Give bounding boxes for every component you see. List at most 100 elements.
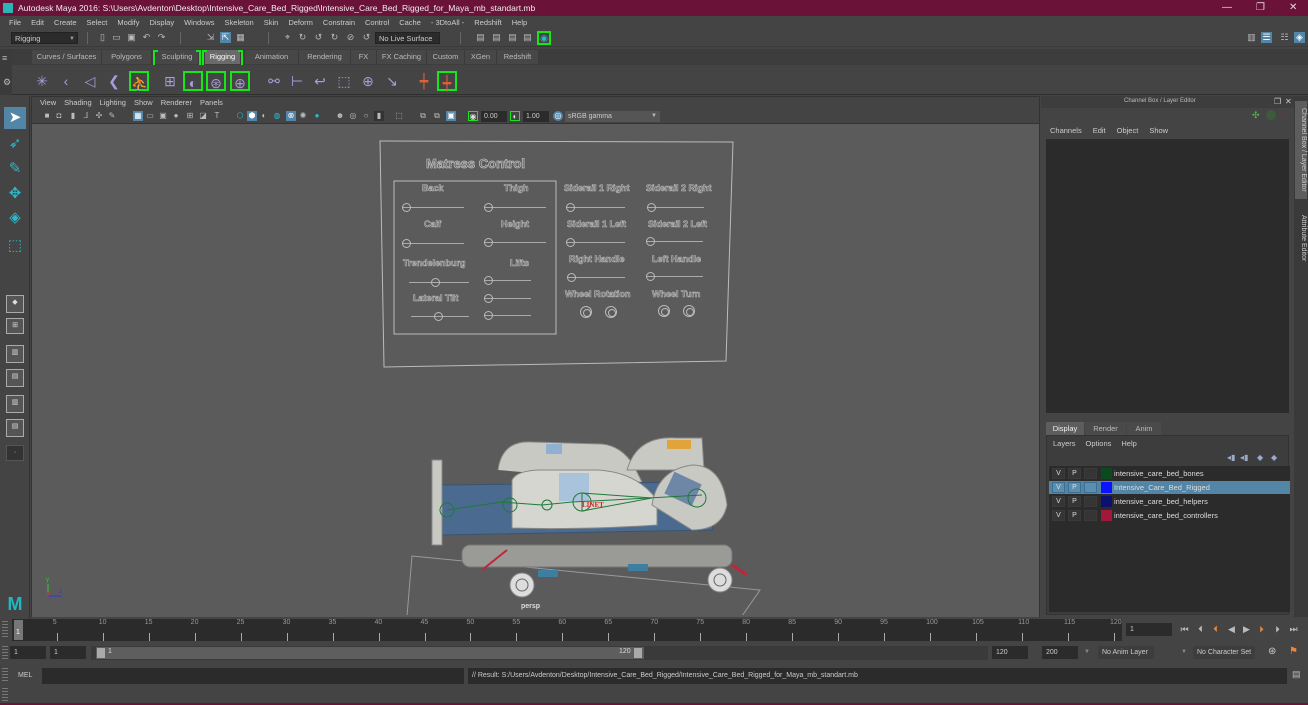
range-slider-bar[interactable]: 1 120 — [96, 647, 644, 659]
color-space-dropdown[interactable]: sRGB gamma ▼ — [565, 111, 660, 122]
side-tab-channel-box[interactable]: Channel Box / Layer Editor — [1295, 101, 1307, 199]
rotate-tool-icon[interactable]: ◈ — [4, 207, 26, 229]
layer-name[interactable]: intensive_care_bed_bones — [1114, 467, 1204, 480]
exposure-field[interactable]: 0.00 — [481, 111, 507, 122]
play-backwards-icon[interactable]: ◀ — [1226, 623, 1237, 636]
layer-menu-layers[interactable]: Layers — [1053, 439, 1076, 448]
menu-deform[interactable]: Deform — [283, 16, 318, 29]
layer-display-type-toggle[interactable] — [1084, 510, 1097, 521]
layer-color-swatch[interactable] — [1101, 482, 1112, 493]
shelf-tab-redshift[interactable]: Redshift — [497, 50, 539, 64]
menu-help[interactable]: Help — [507, 16, 532, 29]
character-set-dropdown[interactable]: No Character Set — [1193, 646, 1255, 659]
connect-attribute-icon[interactable]: ┿ — [437, 71, 457, 91]
menu-set-dropdown[interactable]: Rigging ▼ — [11, 32, 78, 44]
scale-constraint-icon[interactable]: ⬚ — [334, 71, 354, 91]
gamma-icon[interactable]: ◐ — [510, 111, 520, 121]
wireframe-on-shaded-icon[interactable]: ◐ — [259, 111, 269, 121]
image-plane-icon[interactable]: ⅃ — [81, 111, 91, 121]
select-hierarchy-icon[interactable]: ⇲ — [205, 32, 216, 43]
render-view-icon[interactable]: ▤ — [475, 32, 486, 43]
command-language-toggle[interactable]: MEL — [18, 672, 32, 679]
height-slider-handle[interactable] — [484, 238, 493, 247]
select-object-icon[interactable]: ⇱ — [220, 32, 231, 43]
wireframe-icon[interactable]: ⬡ — [235, 111, 245, 121]
create-layer-from-selected-icon[interactable]: ◆ — [1271, 453, 1277, 462]
trendelenburg-slider-handle[interactable] — [431, 278, 440, 287]
pole-vector-constraint-icon[interactable]: ↘ — [382, 71, 402, 91]
layer-row[interactable]: V P intensive_care_bed_controllers — [1049, 509, 1290, 522]
snap-live-icon[interactable]: ↺ — [361, 32, 372, 43]
layer-name[interactable]: Intensive_Care_Bed_Rigged — [1114, 481, 1210, 494]
layer-playback-toggle[interactable]: P — [1068, 468, 1081, 479]
select-tool-icon[interactable]: ➤ — [4, 107, 26, 129]
menu-3dtoall[interactable]: - 3DtoAll - — [426, 16, 469, 29]
aim-constraint-icon[interactable]: ⊕ — [358, 71, 378, 91]
shelf-tab-rigging[interactable]: Rigging — [202, 50, 243, 68]
field-chart-icon[interactable]: ⊞ — [185, 111, 195, 121]
live-surface-field[interactable]: No Live Surface — [375, 32, 440, 44]
calf-slider-handle[interactable] — [402, 239, 411, 248]
layer-row[interactable]: V P intensive_care_bed_helpers — [1049, 495, 1290, 508]
modeling-toolkit-icon[interactable]: ▥ — [1246, 32, 1257, 43]
grid-icon[interactable]: ▦ — [133, 111, 143, 121]
current-time-marker[interactable]: 1 — [14, 620, 23, 640]
channel-list[interactable] — [1046, 139, 1289, 413]
render-settings-icon[interactable]: ▤ — [522, 32, 533, 43]
time-slider-grip[interactable] — [2, 621, 8, 639]
wheel-turn-control-1[interactable] — [658, 305, 670, 317]
grease-pencil-icon[interactable]: ✎ — [107, 111, 117, 121]
four-view-layout-icon[interactable]: ⊞ — [6, 318, 24, 334]
hypershade-icon[interactable]: ◉ — [537, 31, 551, 45]
shelf-tab-fx-caching[interactable]: FX Caching — [377, 50, 427, 64]
xray-joints-icon[interactable]: ⧉ — [418, 111, 428, 121]
camera-attributes-icon[interactable]: ◘ — [54, 111, 64, 121]
mirror-joint-icon[interactable]: ◁ — [80, 71, 100, 91]
layer-tab-anim[interactable]: Anim — [1127, 422, 1161, 435]
menu-modify[interactable]: Modify — [112, 16, 144, 29]
animation-start-field[interactable]: 1 — [10, 646, 46, 659]
lifts-slider-1-handle[interactable] — [484, 276, 493, 285]
animation-end-field[interactable]: 200 — [1042, 646, 1078, 659]
layer-playback-toggle[interactable]: P — [1068, 482, 1081, 493]
bookmarks-icon[interactable]: ▮ — [68, 111, 78, 121]
thigh-slider-handle[interactable] — [484, 203, 493, 212]
layer-name[interactable]: intensive_care_bed_helpers — [1114, 495, 1208, 508]
resolution-gate-icon[interactable]: ▣ — [158, 111, 168, 121]
playback-end-field[interactable]: 120 — [992, 646, 1028, 659]
use-all-lights-icon[interactable]: ⊗ — [286, 111, 296, 121]
3d-scene[interactable]: Matress Control Back Thigh Calf Height T… — [32, 125, 1039, 617]
lasso-tool-icon[interactable]: ➶ — [4, 133, 26, 155]
menu-cache[interactable]: Cache — [394, 16, 426, 29]
scale-tool-icon[interactable]: ⬚ — [4, 235, 26, 257]
layer-visibility-toggle[interactable]: V — [1052, 496, 1065, 507]
layer-playback-toggle[interactable]: P — [1068, 510, 1081, 521]
layer-tab-display[interactable]: Display — [1046, 422, 1084, 435]
viewport-menu-panels[interactable]: Panels — [196, 97, 227, 109]
paint-select-tool-icon[interactable]: ✎ — [4, 158, 26, 180]
shelf-tab-curves-surfaces[interactable]: Curves / Surfaces — [32, 50, 102, 64]
two-panes-side-layout-icon[interactable]: ▥ — [6, 345, 24, 363]
step-back-frame-icon[interactable]: ⏴ — [1210, 623, 1221, 636]
hospital-bed-model[interactable]: LINET — [402, 430, 772, 615]
auto-key-icon[interactable]: ⊛ — [1268, 646, 1276, 657]
layer-display-type-toggle[interactable] — [1084, 482, 1097, 493]
step-back-key-icon[interactable]: ⏴ — [1195, 623, 1206, 636]
layer-row[interactable]: V P intensive_care_bed_bones — [1049, 467, 1290, 480]
maximize-button[interactable]: ❐ — [1256, 0, 1265, 16]
select-camera-icon[interactable]: ■ — [42, 111, 52, 121]
ik-handle-icon[interactable]: ❮ — [104, 71, 124, 91]
range-slider-grip[interactable] — [2, 646, 8, 661]
layer-visibility-toggle[interactable]: V — [1052, 482, 1065, 493]
menu-windows[interactable]: Windows — [179, 16, 219, 29]
attribute-editor-toggle-icon[interactable]: ◈ — [1294, 32, 1305, 43]
lifts-slider-2-handle[interactable] — [484, 294, 493, 303]
range-start-handle[interactable] — [97, 648, 105, 658]
playback-start-field[interactable]: 1 — [50, 646, 86, 659]
help-line-grip[interactable] — [2, 688, 8, 702]
snap-curve-icon[interactable]: ↻ — [297, 32, 308, 43]
menu-create[interactable]: Create — [49, 16, 82, 29]
lateral-tilt-slider-handle[interactable] — [434, 312, 443, 321]
exposure-icon[interactable]: ◉ — [468, 111, 478, 121]
depth-of-field-icon[interactable]: ○ — [361, 111, 371, 121]
